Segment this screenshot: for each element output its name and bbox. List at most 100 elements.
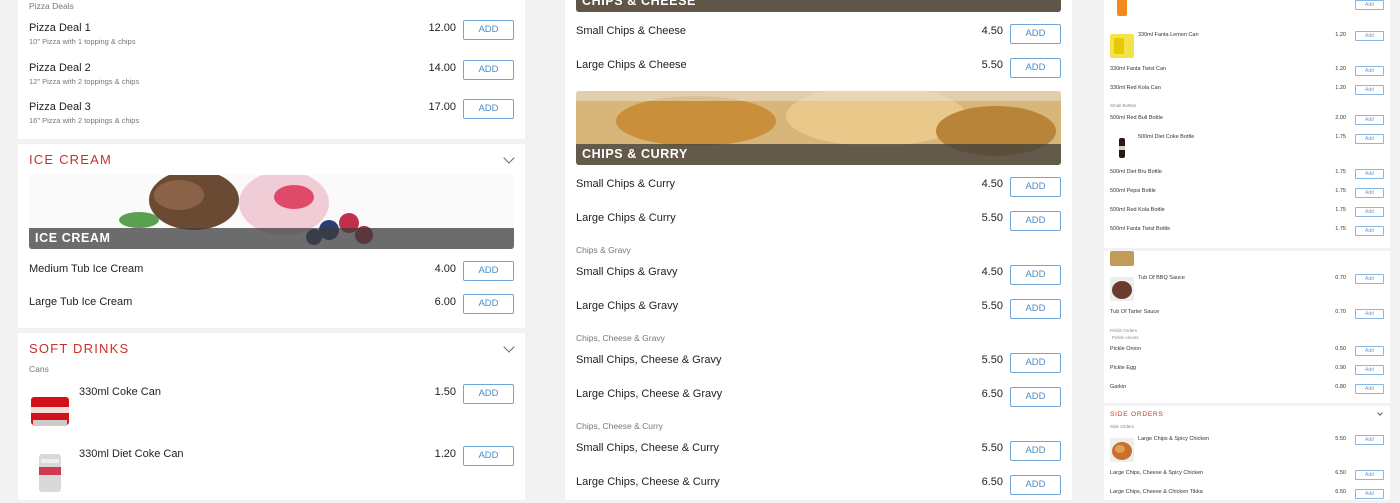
menu-item: Medium Tub Ice Cream 4.00 ADD — [29, 261, 514, 283]
fanta-lemon-image — [1110, 34, 1134, 58]
add-button[interactable]: Add — [1355, 31, 1384, 41]
add-button[interactable]: ADD — [463, 99, 514, 119]
add-button[interactable]: ADD — [463, 384, 514, 404]
add-button[interactable]: Add — [1355, 274, 1384, 284]
item-name: Garkin — [1110, 384, 1127, 390]
chevron-down-icon[interactable] — [503, 152, 515, 164]
add-button[interactable]: Add — [1355, 207, 1384, 217]
item-name: 500ml Diet Bru Bottle — [1110, 169, 1162, 175]
add-button[interactable]: ADD — [1010, 211, 1061, 231]
add-button[interactable]: Add — [1355, 346, 1384, 356]
add-button[interactable]: ADD — [1010, 58, 1061, 78]
item-name: Pizza Deal 3 — [29, 101, 91, 113]
add-button[interactable]: ADD — [463, 261, 514, 281]
item-name: Tub Of Tarter Sauce — [1110, 309, 1160, 315]
item-price: 0.70 — [1335, 275, 1346, 281]
chevron-down-icon[interactable] — [503, 341, 515, 353]
add-button[interactable]: Add — [1355, 85, 1384, 95]
menu-item: Large Chips & Spicy Chicken 5.50 Add — [1110, 434, 1384, 462]
add-button[interactable]: ADD — [463, 294, 514, 314]
menu-item: 330ml Red Kola Can 1.20 Add — [1110, 85, 1384, 99]
add-button[interactable]: ADD — [1010, 24, 1061, 44]
item-name: Large Chips, Cheese & Spicy Chicken — [1110, 470, 1204, 476]
item-price: 0.50 — [1335, 346, 1346, 352]
item-name: Small Chips & Curry — [576, 178, 676, 190]
menu-item: Small Chips & Cheese 4.50 ADD — [576, 24, 1061, 46]
menu-column-left: Pizza Deals Pizza Deal 1 10" Pizza with … — [18, 0, 525, 500]
menu-item: 500ml Red Bull Bottle 2.00 Add — [1110, 115, 1384, 129]
menu-item: Tub Of Tarter Sauce 0.70 Add — [1110, 309, 1384, 323]
item-name: Large Chips & Cheese — [576, 59, 687, 71]
add-button[interactable]: ADD — [1010, 299, 1061, 319]
ice-cream-section: ICE CREAM ICE CREAM Medium Tub Ice Cream… — [18, 144, 525, 328]
add-button[interactable]: ADD — [463, 446, 514, 466]
menu-item: Pickle Egg 0.90 Add — [1110, 365, 1384, 379]
add-button[interactable]: Add — [1355, 188, 1384, 198]
add-button[interactable]: Add — [1355, 134, 1384, 144]
side-orders-subheading: Side Orders — [1110, 424, 1135, 429]
banner-label: CHIPS & CURRY — [576, 144, 1061, 165]
add-button[interactable]: Add — [1355, 365, 1384, 375]
sauces-pickles-section: Tub Of BBQ Sauce 0.70 Add Tub Of Tarter … — [1104, 251, 1390, 403]
item-description: 12" Pizza with 2 toppings & chips — [29, 77, 140, 86]
side-orders-section: SIDE ORDERS Side Orders Large Chips & Sp… — [1104, 406, 1390, 500]
cans-subheading: Cans — [29, 364, 49, 374]
add-button[interactable]: ADD — [463, 60, 514, 80]
item-name: 330ml Diet Coke Can — [79, 448, 184, 460]
add-button[interactable]: Add — [1355, 384, 1384, 394]
item-price: 5.50 — [1335, 436, 1346, 442]
add-button[interactable]: Add — [1355, 309, 1384, 319]
soft-drinks-section: SOFT DRINKS Cans 330ml Coke Can 1.50 ADD… — [18, 333, 525, 500]
add-button[interactable]: ADD — [1010, 177, 1061, 197]
add-button[interactable]: Add — [1355, 66, 1384, 76]
item-name: Small Chips, Cheese & Gravy — [576, 354, 722, 366]
item-price: 4.50 — [981, 25, 1003, 37]
sauce-tub-image — [1110, 251, 1134, 266]
add-button[interactable]: ADD — [1010, 265, 1061, 285]
item-name: Pickle Egg — [1110, 365, 1136, 371]
chips-spicy-chicken-image — [1110, 438, 1134, 462]
menu-item: 330ml Coke Can 1.50 ADD — [29, 383, 514, 431]
item-name: Large Chips & Spicy Chicken — [1138, 436, 1210, 442]
item-price: 0.90 — [1335, 365, 1346, 371]
add-button[interactable]: Add — [1355, 115, 1384, 125]
add-button[interactable]: Add — [1355, 226, 1384, 236]
menu-item: Large Tub Ice Cream 6.00 ADD — [29, 294, 514, 316]
item-price: 6.50 — [981, 388, 1003, 400]
section-title[interactable]: SIDE ORDERS — [1110, 411, 1164, 418]
menu-item: Pickle Onion 0.50 Add — [1110, 346, 1384, 360]
banner-label: ICE CREAM — [29, 228, 514, 249]
add-button[interactable]: ADD — [1010, 387, 1061, 407]
item-name: Medium Tub Ice Cream — [29, 263, 144, 275]
add-button[interactable]: Add — [1355, 489, 1384, 499]
menu-item: 330ml Fanta Lemon Can 1.20 Add — [1110, 30, 1384, 58]
add-button[interactable]: ADD — [1010, 475, 1061, 495]
menu-item: Small Chips & Curry 4.50 ADD — [576, 177, 1061, 199]
add-button[interactable]: ADD — [1010, 441, 1061, 461]
add-button[interactable]: Add — [1355, 0, 1384, 10]
section-title[interactable]: SOFT DRINKS — [29, 341, 129, 356]
bbq-sauce-image — [1110, 277, 1134, 301]
item-name: Large Tub Ice Cream — [29, 296, 133, 308]
item-price: 1.20 — [434, 448, 456, 460]
menu-item: Small Chips, Cheese & Curry 5.50 ADD — [576, 441, 1061, 463]
add-button[interactable]: Add — [1355, 435, 1384, 445]
add-button[interactable]: Add — [1355, 169, 1384, 179]
pizza-deals-section: Pizza Deals Pizza Deal 1 10" Pizza with … — [18, 0, 525, 139]
item-price: 6.50 — [1335, 489, 1346, 495]
menu-item: Large Chips & Cheese 5.50 ADD — [576, 58, 1061, 80]
item-name: Large Chips & Curry — [576, 212, 676, 224]
menu-item: 500ml Red Kola Bottle 1.75 Add — [1110, 207, 1384, 221]
section-title[interactable]: ICE CREAM — [29, 152, 112, 167]
menu-item: Large Chips & Gravy 5.50 ADD — [576, 299, 1061, 321]
chevron-down-icon[interactable] — [1377, 410, 1383, 416]
diet-coke-bottle-image — [1110, 136, 1134, 160]
item-price: 5.50 — [981, 59, 1003, 71]
chips-cheese-gravy-subheading: Chips, Cheese & Gravy — [576, 333, 665, 343]
add-button[interactable]: ADD — [1010, 353, 1061, 373]
add-button[interactable]: ADD — [463, 20, 514, 40]
menu-item: Large Chips & Curry 5.50 ADD — [576, 211, 1061, 233]
add-button[interactable]: Add — [1355, 470, 1384, 480]
menu-item: Large Chips, Cheese & Spicy Chicken 6.50… — [1110, 470, 1384, 484]
menu-item: Small Chips, Cheese & Gravy 5.50 ADD — [576, 353, 1061, 375]
